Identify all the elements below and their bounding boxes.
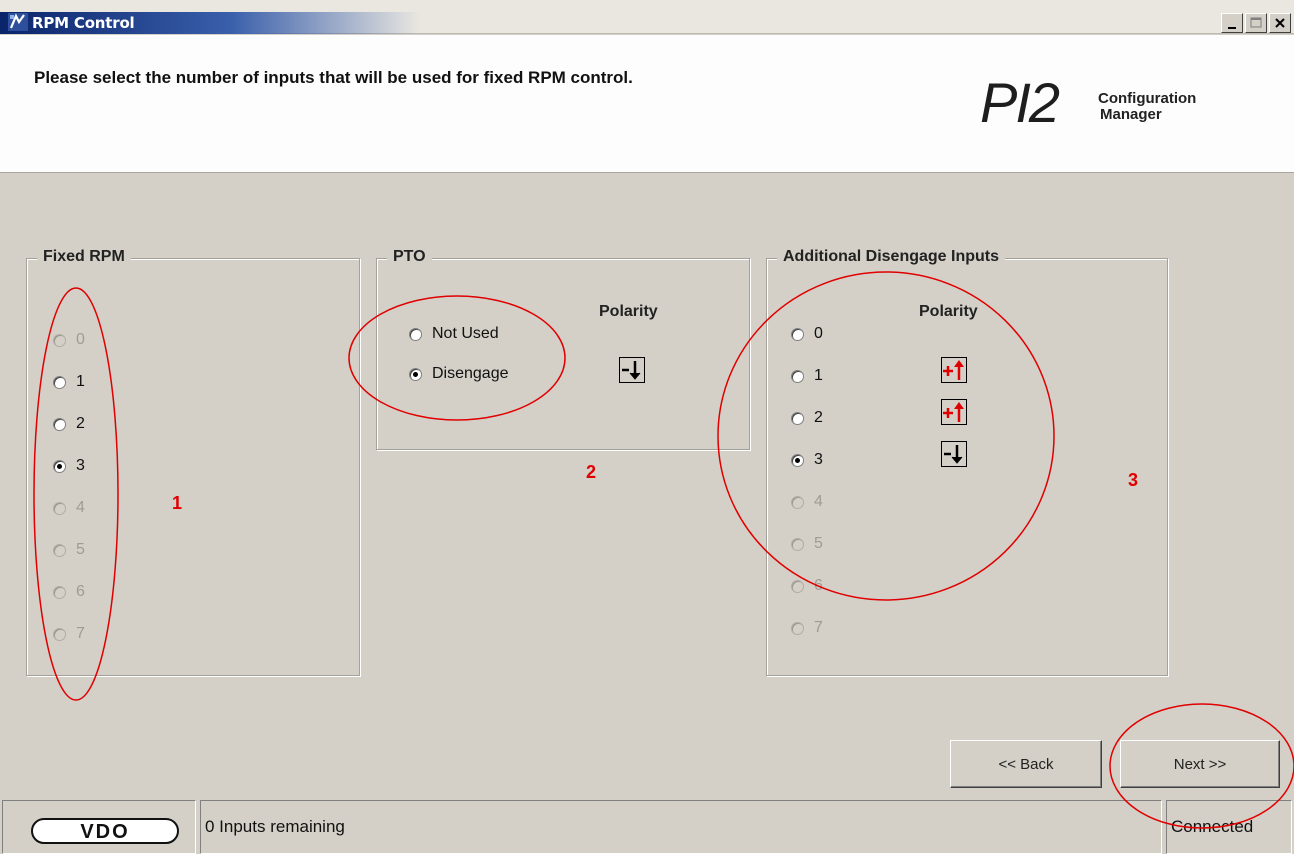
radio-circle [53, 627, 66, 641]
radio-label: Disengage [432, 365, 509, 382]
status-bar: VDO 0 Inputs remaining Connected [0, 800, 1294, 854]
radio-circle [53, 459, 66, 473]
radio-circle [791, 621, 804, 635]
annotation-marker-1: 1 [172, 493, 183, 513]
pto-polarity-label: Polarity [599, 303, 658, 320]
additional-disengage-group: Additional Disengage Inputs 0 1 2 3 4 5 … [766, 248, 1168, 676]
radio-label: 7 [814, 619, 823, 636]
radio-circle [791, 369, 804, 383]
radio-label: 1 [76, 373, 85, 390]
close-icon [1275, 18, 1285, 28]
app-icon [8, 13, 28, 31]
wizard-header: Please select the number of inputs that … [0, 35, 1294, 173]
brand-line-2: Manager [1100, 106, 1162, 123]
fixed-rpm-radio-0[interactable]: 0 [53, 331, 85, 349]
radio-circle [53, 375, 66, 389]
additional-polarity-toggle-2[interactable] [941, 399, 967, 425]
radio-circle [53, 417, 66, 431]
pto-polarity-toggle[interactable] [619, 357, 645, 383]
back-button[interactable]: << Back [950, 740, 1102, 788]
brand-logo: PI2 [980, 71, 1060, 134]
status-message: 0 Inputs remaining [200, 800, 1162, 854]
pto-group: PTO Not Used Disengage Polarity [376, 248, 750, 450]
brand-line-1: Configuration [1098, 90, 1197, 107]
radio-label: 0 [814, 325, 823, 342]
pto-title: PTO [387, 248, 432, 266]
additional-radio-3[interactable]: 3 [791, 451, 823, 469]
additional-radio-2[interactable]: 2 [791, 409, 823, 427]
negative-down-icon [944, 445, 963, 464]
next-button[interactable]: Next >> [1120, 740, 1280, 788]
connection-status: Connected [1166, 800, 1292, 854]
pto-radio-not-used[interactable]: Not Used [409, 325, 499, 343]
radio-label: 3 [76, 457, 85, 474]
fixed-rpm-radio-4[interactable]: 4 [53, 499, 85, 517]
additional-radio-5[interactable]: 5 [791, 535, 823, 553]
fixed-rpm-radio-3[interactable]: 3 [53, 457, 85, 475]
additional-polarity-toggle-3[interactable] [941, 441, 967, 467]
radio-circle [53, 333, 66, 347]
additional-radio-1[interactable]: 1 [791, 367, 823, 385]
radio-circle [791, 579, 804, 593]
fixed-rpm-radio-1[interactable]: 1 [53, 373, 85, 391]
radio-label: 5 [76, 541, 85, 558]
additional-radio-7[interactable]: 7 [791, 619, 823, 637]
radio-circle [791, 411, 804, 425]
fixed-rpm-group: Fixed RPM 0 1 2 3 4 5 6 7 [26, 248, 360, 676]
radio-label: 4 [76, 499, 85, 516]
additional-title: Additional Disengage Inputs [777, 248, 1006, 266]
radio-label: 6 [76, 583, 85, 600]
fixed-rpm-radio-7[interactable]: 7 [53, 625, 85, 643]
vdo-logo: VDO [31, 818, 179, 844]
radio-label: Not Used [432, 325, 499, 342]
window-title: RPM Control [32, 14, 135, 32]
radio-circle [409, 327, 422, 341]
fixed-rpm-radio-6[interactable]: 6 [53, 583, 85, 601]
radio-circle [791, 327, 804, 341]
radio-label: 6 [814, 577, 823, 594]
fixed-rpm-radio-2[interactable]: 2 [53, 415, 85, 433]
radio-circle [791, 537, 804, 551]
annotation-marker-3: 3 [1128, 470, 1139, 490]
minimize-button[interactable] [1221, 13, 1243, 33]
radio-label: 0 [76, 331, 85, 348]
positive-up-icon [943, 360, 964, 380]
radio-circle [409, 367, 422, 381]
radio-circle [53, 501, 66, 515]
additional-polarity-toggle-1[interactable] [941, 357, 967, 383]
radio-label: 2 [814, 409, 823, 426]
annotation-marker-2: 2 [586, 462, 597, 482]
additional-radio-0[interactable]: 0 [791, 325, 823, 343]
radio-label: 5 [814, 535, 823, 552]
radio-label: 3 [814, 451, 823, 468]
additional-radio-4[interactable]: 4 [791, 493, 823, 511]
radio-label: 2 [76, 415, 85, 432]
instruction-text: Please select the number of inputs that … [34, 68, 633, 87]
radio-label: 1 [814, 367, 823, 384]
radio-circle [53, 543, 66, 557]
fixed-rpm-radio-5[interactable]: 5 [53, 541, 85, 559]
fixed-rpm-title: Fixed RPM [37, 248, 131, 266]
brand-subtitle: Configuration Manager [1098, 91, 1196, 123]
additional-radio-6[interactable]: 6 [791, 577, 823, 595]
radio-label: 7 [76, 625, 85, 642]
additional-polarity-label: Polarity [919, 303, 978, 320]
radio-circle [791, 495, 804, 509]
close-button[interactable] [1269, 13, 1291, 33]
negative-down-icon [622, 361, 641, 380]
logo-text: VDO [80, 821, 129, 843]
radio-circle [53, 585, 66, 599]
radio-circle [791, 453, 804, 467]
maximize-button[interactable] [1245, 13, 1267, 33]
title-bar: RPM Control [0, 0, 1294, 34]
positive-up-icon [943, 402, 964, 422]
logo-cell: VDO [2, 800, 196, 854]
pto-radio-disengage[interactable]: Disengage [409, 365, 509, 383]
radio-label: 4 [814, 493, 823, 510]
maximize-icon [1250, 17, 1262, 28]
minimize-icon [1228, 27, 1236, 29]
